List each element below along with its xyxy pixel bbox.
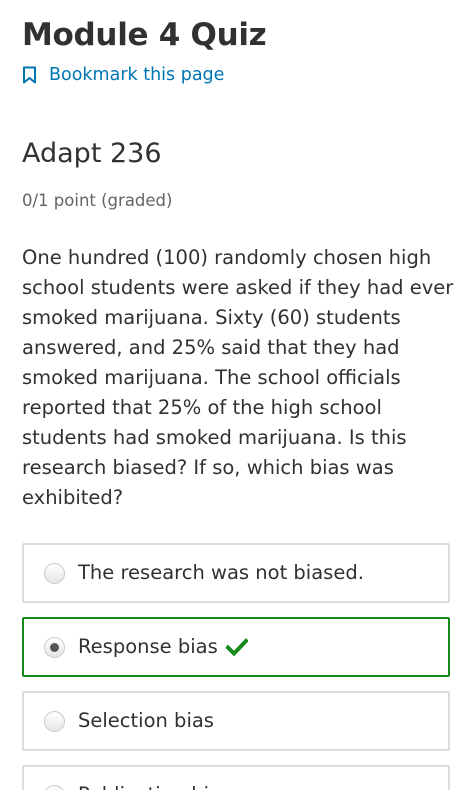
points-status: 0/1 point (graded) [22,191,173,210]
choice-label: Response bias [78,635,218,658]
radio-button-selected[interactable] [44,636,65,658]
radio-button[interactable] [44,562,65,584]
radio-button[interactable] [44,710,65,732]
problem-title: Adapt 236 [22,138,162,169]
bookmark-button[interactable]: Bookmark this page [22,63,224,87]
quiz-page: Module 4 Quiz Bookmark this page Adapt 2… [0,0,475,790]
radio-button[interactable] [44,784,65,790]
choice-label: The research was not biased. [78,561,364,584]
page-title: Module 4 Quiz [22,17,267,53]
checkmark-icon [225,638,248,656]
question-text: One hundred (100) randomly chosen high s… [22,246,454,509]
choice-not-biased[interactable]: The research was not biased. [22,543,450,603]
choice-label: Selection bias [78,709,214,732]
choice-response-bias[interactable]: Response bias [22,617,450,677]
choice-publication-bias[interactable]: Publication bias [22,765,450,790]
choice-label: Publication bias [78,782,231,790]
choice-selection-bias[interactable]: Selection bias [22,691,450,751]
bookmark-label: Bookmark this page [49,65,225,85]
bookmark-icon [23,66,36,84]
